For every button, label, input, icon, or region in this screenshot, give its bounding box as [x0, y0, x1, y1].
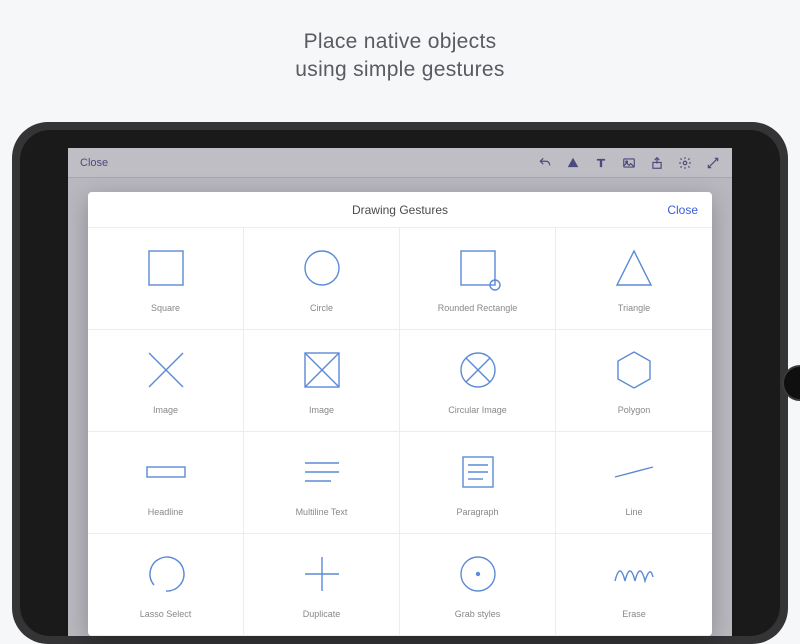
shape-icon[interactable] [566, 156, 580, 170]
gesture-label: Circular Image [448, 405, 507, 415]
gesture-label: Polygon [618, 405, 651, 415]
gesture-label: Triangle [618, 303, 650, 313]
image-icon[interactable] [622, 156, 636, 170]
modal-header: Drawing Gestures Close [88, 192, 712, 228]
gesture-rounded-rectangle[interactable]: Rounded Rectangle [400, 228, 556, 330]
gesture-grab-styles[interactable]: Grab styles [400, 534, 556, 636]
modal-title: Drawing Gestures [352, 203, 448, 217]
gesture-label: Image [309, 405, 334, 415]
line-icon [611, 449, 657, 495]
canvas-area: Drawing Gestures Close Square [68, 178, 732, 636]
gesture-circle[interactable]: Circle [244, 228, 400, 330]
gesture-label: Multiline Text [296, 507, 348, 517]
gesture-label: Paragraph [456, 507, 498, 517]
gesture-image[interactable]: Image [88, 330, 244, 432]
plus-icon [299, 551, 345, 597]
share-icon[interactable] [650, 156, 664, 170]
gesture-image-box[interactable]: Image [244, 330, 400, 432]
gesture-label: Grab styles [455, 609, 501, 619]
gesture-label: Circle [310, 303, 333, 313]
gesture-erase[interactable]: Erase [556, 534, 712, 636]
gesture-square[interactable]: Square [88, 228, 244, 330]
gesture-line[interactable]: Line [556, 432, 712, 534]
multiline-icon [299, 449, 345, 495]
text-icon[interactable] [594, 156, 608, 170]
tablet-inner-frame: Close [20, 130, 780, 636]
app-toolbar: Close [68, 148, 732, 178]
gesture-paragraph[interactable]: Paragraph [400, 432, 556, 534]
gesture-label: Square [151, 303, 180, 313]
modal-close-button[interactable]: Close [667, 203, 698, 217]
gestures-modal: Drawing Gestures Close Square [88, 192, 712, 636]
gesture-multiline-text[interactable]: Multiline Text [244, 432, 400, 534]
headline-line-2: using simple gestures [295, 58, 504, 81]
triangle-icon [611, 245, 657, 291]
tablet-home-button [782, 365, 800, 401]
gesture-label: Line [625, 507, 642, 517]
tablet-screen: Close [68, 148, 732, 636]
fullscreen-icon[interactable] [706, 156, 720, 170]
gesture-duplicate[interactable]: Duplicate [244, 534, 400, 636]
circle-dot-icon [455, 551, 501, 597]
scribble-icon [611, 551, 657, 597]
gesture-label: Rounded Rectangle [438, 303, 518, 313]
headline-line-1: Place native objects [304, 30, 497, 53]
gesture-label: Duplicate [303, 609, 341, 619]
undo-icon[interactable] [538, 156, 552, 170]
toolbar-close-button[interactable]: Close [80, 157, 108, 169]
lasso-icon [143, 551, 189, 597]
gesture-label: Lasso Select [140, 609, 192, 619]
headline-icon [143, 449, 189, 495]
rounded-rectangle-icon [455, 245, 501, 291]
gesture-label: Headline [148, 507, 184, 517]
gesture-label: Erase [622, 609, 646, 619]
circle-x-icon [455, 347, 501, 393]
marketing-headline: Place native objects using simple gestur… [0, 0, 800, 85]
x-icon [143, 347, 189, 393]
gesture-triangle[interactable]: Triangle [556, 228, 712, 330]
settings-icon[interactable] [678, 156, 692, 170]
gesture-lasso-select[interactable]: Lasso Select [88, 534, 244, 636]
box-x-icon [299, 347, 345, 393]
square-icon [143, 245, 189, 291]
paragraph-icon [455, 449, 501, 495]
tablet-frame: Close [12, 122, 788, 644]
gesture-circular-image[interactable]: Circular Image [400, 330, 556, 432]
gesture-headline[interactable]: Headline [88, 432, 244, 534]
gesture-polygon[interactable]: Polygon [556, 330, 712, 432]
gesture-grid: Square Circle Rounded Re [88, 228, 712, 636]
hexagon-icon [611, 347, 657, 393]
circle-icon [299, 245, 345, 291]
gesture-label: Image [153, 405, 178, 415]
